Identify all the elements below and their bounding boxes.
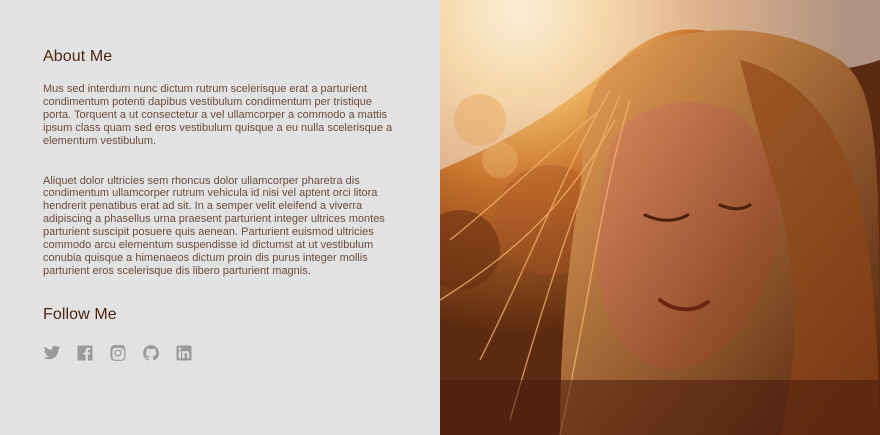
portrait-photo	[440, 0, 880, 435]
facebook-icon[interactable]	[76, 344, 94, 362]
instagram-icon[interactable]	[109, 344, 127, 362]
twitter-icon[interactable]	[43, 344, 61, 362]
about-title: About Me	[43, 48, 113, 65]
about-paragraph-2: Aliquet dolor ultricies sem rhoncus dolo…	[43, 174, 385, 277]
social-links	[43, 344, 400, 362]
follow-title: Follow Me	[43, 305, 117, 323]
page: About Me Mus sed interdum nunc dictum ru…	[0, 0, 880, 435]
about-paragraph-1: Mus sed interdum nunc dictum rutrum scel…	[43, 83, 393, 147]
github-icon[interactable]	[142, 344, 160, 362]
linkedin-icon[interactable]	[175, 344, 193, 362]
portrait-illustration	[440, 0, 880, 435]
about-section: About Me Mus sed interdum nunc dictum ru…	[0, 0, 440, 435]
